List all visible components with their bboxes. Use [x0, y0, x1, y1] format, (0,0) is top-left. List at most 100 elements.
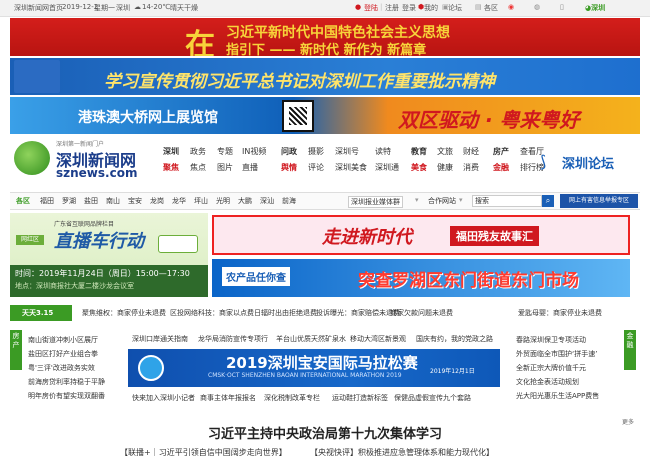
- district-bar: 各区 福田 罗湖 盐田 南山 宝安 龙岗 龙华 坪山 光明 大鹏 深汕 前海 深…: [10, 192, 640, 210]
- report-button[interactable]: 网上有害信息举报专区: [560, 194, 638, 208]
- list-item[interactable]: 盐田区打好产业组合拳: [28, 348, 98, 361]
- side-tag-finance[interactable]: 金融: [624, 330, 636, 370]
- list-item[interactable]: 保健品虚假宣传九个套路: [394, 392, 471, 405]
- list-item[interactable]: 龙华局消防宣传专项行: [198, 333, 268, 346]
- ticker-badge[interactable]: 天天3.15: [10, 305, 72, 321]
- search-icon[interactable]: ⌕: [542, 195, 554, 207]
- list-item[interactable]: 光大阳光惠乐生活APP费售: [516, 390, 599, 403]
- forum-link[interactable]: 论坛: [448, 3, 462, 13]
- forum-logo-text: 深圳论坛: [562, 157, 615, 172]
- media-group-select[interactable]: 深圳报业媒体群: [348, 196, 403, 208]
- list-item[interactable]: 羊台山优质天然矿泉水: [276, 333, 346, 346]
- list-item[interactable]: 明年房价有望实现双翻番: [28, 390, 105, 403]
- marathon-banner[interactable]: 2019深圳宝安国际马拉松赛 CMSK·OCT SHENZHEN BAOAN I…: [128, 349, 500, 387]
- district-link[interactable]: 前海: [282, 196, 296, 206]
- chevron-down-icon: ▾: [415, 196, 419, 204]
- my-link[interactable]: 我的: [424, 3, 438, 13]
- promo-r1-title: 走进新时代: [322, 227, 412, 248]
- district-link[interactable]: 盐田: [84, 196, 98, 206]
- mobile-icon[interactable]: ▯: [560, 3, 564, 11]
- headline-block: 习近平主持中央政治局第十九次集体学习 【联播+｜习近平引领自信中国阔步走向世界】…: [10, 417, 640, 467]
- district-link[interactable]: 福田: [40, 196, 54, 206]
- district-label[interactable]: 各区: [16, 196, 30, 206]
- list-item[interactable]: 深化税制改革专栏: [264, 392, 320, 405]
- headline-title[interactable]: 习近平主持中央政治局第十九次集体学习: [10, 423, 640, 442]
- search-input[interactable]: 搜索: [472, 195, 542, 207]
- banner3-hzmb-text: 港珠澳大桥网上展览馆: [78, 110, 218, 126]
- nav-link[interactable]: 直播: [242, 160, 286, 176]
- list-item[interactable]: 深圳口岸通关指南: [132, 333, 188, 346]
- site-logo[interactable]: 深圳第一新闻门户 深圳新闻网 sznews.com: [12, 139, 162, 180]
- district-link[interactable]: 宝安: [128, 196, 142, 206]
- list-item[interactable]: 国庆有约，我的党政之路: [416, 333, 493, 346]
- banner-study-spirit[interactable]: 学习宣传贯彻习近平总书记对深圳工作重要批示精神: [10, 58, 640, 95]
- district-link[interactable]: 龙岗: [150, 196, 164, 206]
- list-item[interactable]: 春路深圳保卫专项活动: [516, 334, 586, 347]
- list-item[interactable]: 外贸面临全市围护‘拼手速’: [516, 348, 597, 361]
- list-item[interactable]: 南山街道冲刺小区展厅: [28, 334, 98, 347]
- list-item[interactable]: 运动鞋打造新标签: [332, 392, 388, 405]
- login-link[interactable]: 登陆: [364, 3, 378, 13]
- mid-news-row-1: 深圳口岸通关指南 龙华局消防宣传专项行 羊台山优质天然矿泉水 移动大湾区新景观 …: [132, 333, 500, 346]
- ticker-item[interactable]: 区投网络科技：商家以点费日辐时出由拒绝退费: [170, 308, 317, 318]
- promo-info[interactable]: 时间：2019年11月24日（周日）15:00—17:30 地点：深圳商报社大厦…: [10, 265, 208, 297]
- marathon-logo-icon: [138, 355, 164, 381]
- district-link[interactable]: 南山: [106, 196, 120, 206]
- nav-link[interactable]: IN视频: [242, 144, 286, 160]
- district-link[interactable]: 龙华: [172, 196, 186, 206]
- area-icon: ▤: [475, 3, 482, 11]
- chevron-down-icon: ▾: [459, 196, 463, 204]
- weekday: 星期一: [94, 4, 115, 12]
- promo-badge: 网红区: [16, 235, 44, 245]
- list-item[interactable]: 商事主体年报报名: [200, 392, 256, 405]
- ticker-item[interactable]: 投诉曝光：商家赔偿未退费: [316, 308, 400, 318]
- district-link[interactable]: 坪山: [194, 196, 208, 206]
- banner-hzmb-and-double-zone[interactable]: 港珠澳大桥网上展览馆 双区驱动 · 粤来粤好: [10, 97, 640, 134]
- headline-sub-1[interactable]: 【联播+｜习近平引领自信中国阔步走向世界】: [120, 447, 287, 458]
- ticker-item[interactable]: 商家欠款问题未退费: [390, 308, 453, 318]
- date: 2019-12-2: [62, 3, 99, 11]
- list-item[interactable]: 移动大湾区新景观: [350, 333, 406, 346]
- nav-link[interactable]: 深圳号: [335, 144, 379, 160]
- list-item[interactable]: 全新正宗大牌价值千元: [516, 362, 586, 375]
- market-inspection-promo[interactable]: 农产品任你查 突查罗湖区东门街道东门市场: [212, 259, 630, 297]
- wechat-icon[interactable]: ◍: [534, 3, 540, 11]
- banner3-double-zone-text: 双区驱动 · 粤来粤好: [398, 108, 580, 132]
- district-link[interactable]: 罗湖: [62, 196, 76, 206]
- more-link[interactable]: 更多: [622, 417, 634, 426]
- new-era-promo[interactable]: 走进新时代 福田残友故事汇: [212, 215, 630, 255]
- list-item[interactable]: 快来加入深圳小记者: [132, 392, 195, 405]
- left-news-list: 南山街道冲刺小区展厅 盐田区打好产业组合拳 粤'三评'改进政务实效 前海房贷利率…: [28, 330, 124, 412]
- ticker-item[interactable]: 爱匙母婴：商家停业未退费: [518, 308, 602, 318]
- banner2-portrait: [14, 60, 60, 93]
- promo-r2-title: 突查罗湖区东门街道东门市场: [358, 271, 579, 291]
- weather-text: 晴天干燥: [170, 4, 198, 12]
- live-car-icon: [158, 235, 198, 253]
- home-link[interactable]: 深圳新闻网首页: [14, 3, 63, 13]
- list-item[interactable]: 粤'三评'改进政务实效: [28, 362, 95, 375]
- promo-r2-tag: 农产品任你查: [222, 267, 290, 286]
- leave-link[interactable]: 登录: [402, 3, 416, 13]
- list-item[interactable]: 文化抢金表活动规划: [516, 376, 579, 389]
- nav-link[interactable]: 深圳美食: [335, 160, 379, 176]
- city: 深圳: [116, 4, 130, 12]
- side-tag-house[interactable]: 房产: [10, 330, 22, 370]
- partner-sites-select[interactable]: 合作网站: [428, 196, 456, 206]
- list-item[interactable]: 前海房贷利率持稳于平静: [28, 376, 105, 389]
- weather-icon: ☁: [134, 3, 141, 11]
- ticker-item[interactable]: 聚焦维权：商家停业未退费: [82, 308, 166, 318]
- register-link[interactable]: 注册: [385, 3, 399, 13]
- sznews-logo-icon[interactable]: ◕深圳: [585, 3, 605, 13]
- district-link[interactable]: 深汕: [260, 196, 274, 206]
- forum-logo[interactable]: ⟆ 深圳论坛: [540, 150, 638, 172]
- forum-icon: ▣: [442, 3, 449, 11]
- weibo-icon[interactable]: ◉: [508, 3, 514, 11]
- headline-sub-2[interactable]: 【央视快评】积极推进应急管理体系和能力现代化】: [310, 447, 494, 458]
- promo-r1-subtitle: 福田残友故事汇: [450, 226, 539, 246]
- banner-xi-thought[interactable]: 在 习近平新时代中国特色社会主义思想 指引下 —— 新时代 新作为 新篇章: [10, 18, 640, 56]
- area-link[interactable]: 各区: [484, 3, 498, 13]
- marathon-subtitle: CMSK·OCT SHENZHEN BAOAN INTERNATIONAL MA…: [208, 372, 402, 379]
- district-link[interactable]: 光明: [216, 196, 230, 206]
- district-link[interactable]: 大鹏: [238, 196, 252, 206]
- right-news-list: 春路深圳保卫专项活动 外贸面临全市围护‘拼手速’ 全新正宗大牌价值千元 文化抢金…: [516, 330, 622, 412]
